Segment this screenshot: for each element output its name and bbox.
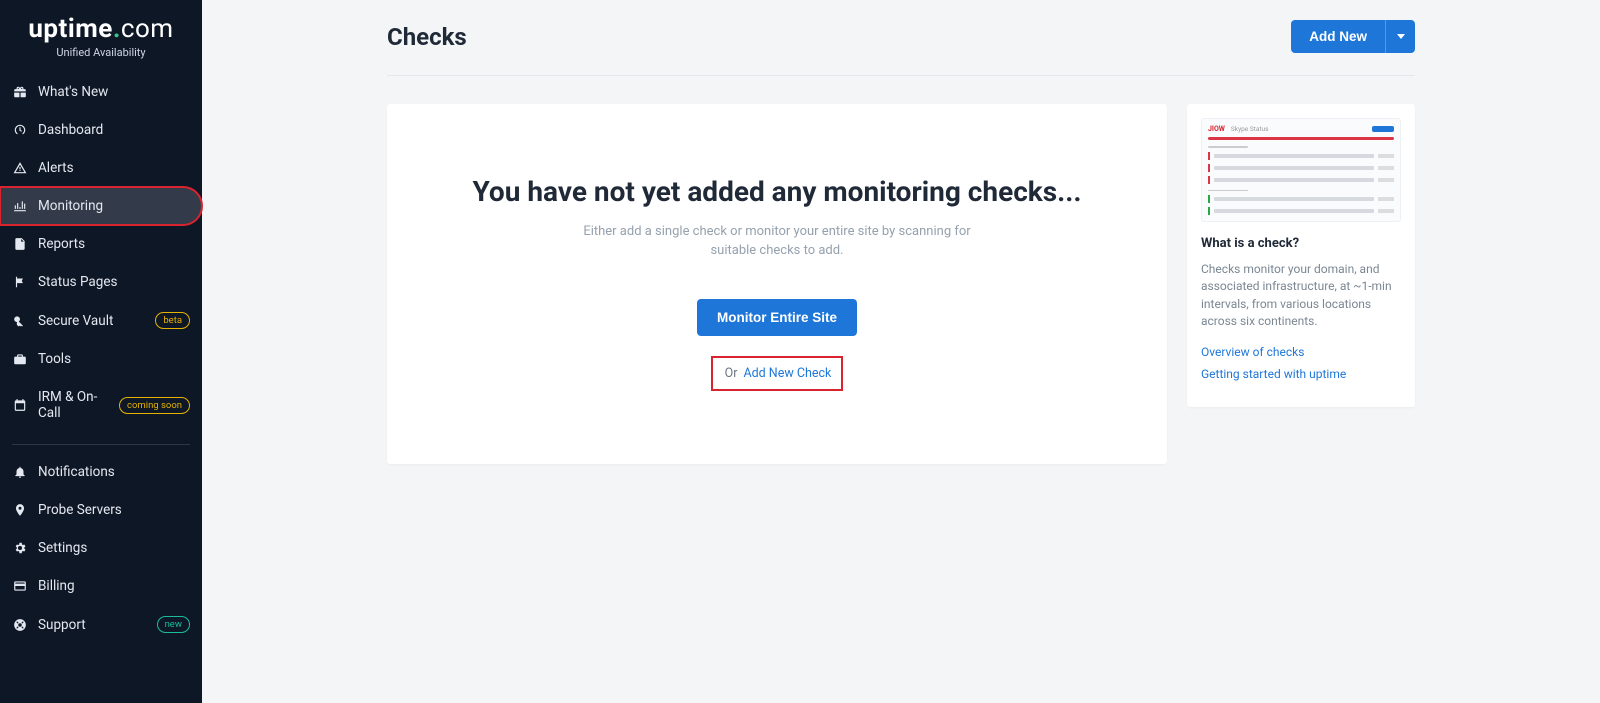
brand-logo: uptime.com [0,14,202,44]
page-header: Checks Add New [387,20,1415,76]
brand-dot: . [113,14,121,44]
sidebar-divider [12,444,190,445]
preview-section [1208,146,1248,148]
pin-icon [12,502,28,518]
monitor-icon [12,198,28,214]
monitor-entire-site-button[interactable]: Monitor Entire Site [697,299,857,336]
sidebar-item-label: Reports [38,236,190,252]
sidebar-item-irm-on-call[interactable]: IRM & On-Call coming soon [0,378,202,432]
sidebar-item-probe-servers[interactable]: Probe Servers [0,491,202,529]
preview-thumbnail: JIOW Skype Status [1201,118,1401,222]
add-new-check-callout: Or Add New Check [711,356,844,391]
preview-mini-button [1372,126,1394,132]
sidebar-item-label: Probe Servers [38,502,190,518]
calendar-icon [12,397,28,413]
sidebar-item-tools[interactable]: Tools [0,340,202,378]
main-content: Checks Add New You have not yet added an… [202,0,1600,703]
card-icon [12,578,28,594]
sidebar-item-label: IRM & On-Call [38,389,109,421]
brand-word: uptime [28,14,112,44]
warning-icon [12,160,28,176]
overview-of-checks-link[interactable]: Overview of checks [1201,345,1401,359]
sidebar-item-label: Monitoring [38,198,190,214]
sidebar-item-what-s-new[interactable]: What's New [0,73,202,111]
sidebar-item-billing[interactable]: Billing [0,567,202,605]
sidebar-item-label: Alerts [38,160,190,176]
sidebar-item-monitoring[interactable]: Monitoring [0,187,202,225]
brand-tagline: Unified Availability [0,46,202,59]
preview-brand: JIOW [1208,125,1225,133]
sidebar-item-label: What's New [38,84,190,100]
report-icon [12,236,28,252]
caret-down-icon [1397,34,1405,39]
preview-section-2 [1208,190,1248,192]
brand-tld: com [121,14,174,44]
sidebar-item-label: Status Pages [38,274,190,290]
page-title: Checks [387,23,467,51]
preview-title: Skype Status [1231,125,1372,133]
sidebar-item-secure-vault[interactable]: Secure Vault beta [0,301,202,340]
sidebar: uptime.com Unified Availability What's N… [0,0,202,703]
badge: coming soon [119,397,190,414]
sidebar-item-settings[interactable]: Settings [0,529,202,567]
getting-started-link[interactable]: Getting started with uptime [1201,367,1401,381]
sidebar-item-label: Settings [38,540,190,556]
or-text: Or [725,366,738,381]
add-new-check-link[interactable]: Add New Check [743,366,831,381]
gauge-icon [12,122,28,138]
key-icon [12,313,28,329]
sidebar-item-dashboard[interactable]: Dashboard [0,111,202,149]
sidebar-item-alerts[interactable]: Alerts [0,149,202,187]
add-new-dropdown-button[interactable] [1385,20,1415,53]
sidebar-item-status-pages[interactable]: Status Pages [0,263,202,301]
gift-icon [12,84,28,100]
sidebar-item-label: Tools [38,351,190,367]
brand: uptime.com Unified Availability [0,10,202,73]
sidebar-item-label: Notifications [38,464,190,480]
sidebar-item-reports[interactable]: Reports [0,225,202,263]
preview-alert-bar [1208,137,1394,140]
toolbox-icon [12,351,28,367]
flag-icon [12,274,28,290]
sidebar-item-label: Billing [38,578,190,594]
add-new-group: Add New [1291,20,1415,53]
badge: beta [155,312,190,329]
content-row: You have not yet added any monitoring ch… [387,104,1415,464]
badge: new [157,616,190,633]
add-new-button[interactable]: Add New [1291,20,1385,53]
help-text: Checks monitor your domain, and associat… [1201,261,1401,331]
sidebar-item-label: Dashboard [38,122,190,138]
help-heading: What is a check? [1201,236,1401,251]
sidebar-item-notifications[interactable]: Notifications [0,453,202,491]
help-card: JIOW Skype Status What is a check? Check… [1187,104,1415,407]
life-ring-icon [12,617,28,633]
empty-state-card: You have not yet added any monitoring ch… [387,104,1167,464]
bell-icon [12,464,28,480]
gear-icon [12,540,28,556]
empty-heading: You have not yet added any monitoring ch… [427,174,1127,209]
empty-subtext: Either add a single check or monitor you… [567,223,987,261]
sidebar-item-label: Support [38,617,147,633]
sidebar-item-support[interactable]: Support new [0,605,202,644]
sidebar-item-label: Secure Vault [38,313,145,329]
